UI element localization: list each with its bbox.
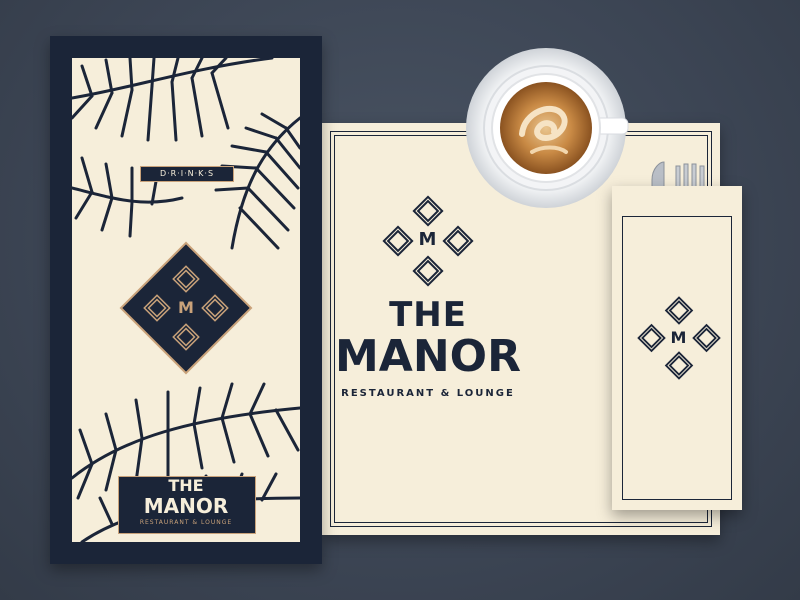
drinks-menu-inner-panel: D·R·I·N·K·S M THE MANOR RESTAURANT & LOU…: [72, 58, 300, 542]
napkin-sleeve: M: [612, 186, 742, 510]
menu-logo-line2: MANOR: [143, 494, 229, 518]
drinks-section-label: D·R·I·N·K·S: [159, 169, 215, 178]
placemat-tagline: RESTAURANT & LOUNGE: [341, 388, 515, 399]
placemat-logo-line1: THE: [389, 295, 467, 335]
menu-tagline: RESTAURANT & LOUNGE: [139, 519, 233, 526]
placemat-logo-line2: MANOR: [335, 331, 521, 382]
menu-center-diamond: M: [114, 236, 258, 380]
napkin-sleeve-monogram-letter: M: [670, 328, 688, 347]
menu-logo-line1: THE: [168, 476, 204, 495]
placemat-monogram-letter: M: [418, 229, 438, 250]
menu-monogram-letter: M: [178, 298, 194, 317]
drinks-menu: D·R·I·N·K·S M THE MANOR RESTAURANT & LOU…: [50, 36, 322, 564]
napkin-sleeve-emblem: M: [635, 294, 723, 382]
